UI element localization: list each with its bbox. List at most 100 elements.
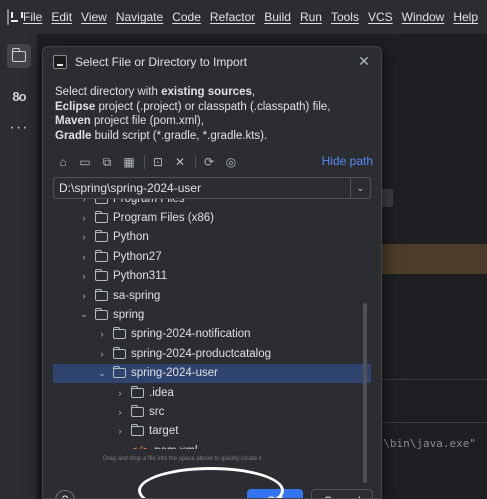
folder-icon — [11, 47, 26, 62]
project-tool-button[interactable] — [7, 44, 31, 68]
intellij-logo-icon — [7, 9, 23, 25]
path-combobox[interactable]: D:\spring\spring-2024-user ⌄ — [53, 177, 371, 199]
desktop-icon[interactable]: ▭ — [77, 154, 93, 170]
folder-icon — [112, 346, 126, 359]
folder-icon — [94, 269, 108, 282]
tree-folder-item[interactable]: › Python — [53, 228, 371, 247]
chevron-right-icon[interactable]: › — [79, 291, 89, 301]
tree-folder-item[interactable]: › .idea — [53, 383, 371, 402]
chevron-right-icon[interactable]: › — [115, 388, 125, 398]
hide-path-link[interactable]: Hide path — [322, 154, 373, 168]
tree-item-label: .idea — [149, 386, 174, 399]
folder-icon — [94, 288, 108, 301]
desc-text: Select directory with — [55, 86, 162, 98]
dialog-title: Select File or Directory to Import — [75, 55, 248, 69]
toolbar-separator — [195, 155, 196, 169]
menu-window[interactable]: Window — [402, 10, 445, 24]
tree-scrollbar[interactable] — [363, 303, 367, 483]
tree-item-label: spring-2024-user — [131, 367, 218, 380]
structure-tool-button[interactable]: 8o — [7, 84, 31, 108]
tree-folder-item[interactable]: › spring-2024-productcatalog — [53, 344, 371, 363]
chevron-down-icon[interactable]: ⌄ — [350, 178, 370, 198]
menu-file[interactable]: File — [23, 10, 42, 24]
tree-folder-item[interactable]: ⌄ spring — [53, 305, 371, 324]
tree-folder-item[interactable]: › Python311 — [53, 267, 371, 286]
tree-item-label: spring-2024-productcatalog — [131, 347, 272, 360]
tree-item-label: spring — [113, 308, 145, 321]
tree-folder-item[interactable]: › Program Files — [53, 199, 371, 208]
tree-folder-item[interactable]: › spring-2024-notification — [53, 325, 371, 344]
show-hidden-icon[interactable]: ◎ — [223, 154, 239, 170]
folder-icon — [94, 307, 108, 320]
panel-divider — [379, 379, 487, 380]
menu-build[interactable]: Build — [264, 10, 291, 24]
chevron-right-icon[interactable]: › — [79, 252, 89, 262]
tree-item-label: Program Files — [113, 199, 185, 205]
chevron-right-icon[interactable]: › — [79, 213, 89, 223]
tree-item-label: pom.xml — [154, 445, 197, 449]
desc-text: build script (*.gradle, *.gradle.kts). — [91, 129, 268, 142]
chevron-right-icon[interactable]: › — [97, 349, 107, 359]
menu-tools[interactable]: Tools — [331, 10, 359, 24]
tree-folder-item[interactable]: › sa-spring — [53, 286, 371, 305]
folder-icon — [130, 404, 144, 417]
tree-folder-item[interactable]: › target — [53, 422, 371, 441]
desc-text: project file (pom.xml), — [90, 115, 204, 127]
chevron-right-icon[interactable]: › — [115, 426, 125, 436]
path-input[interactable]: D:\spring\spring-2024-user — [54, 181, 350, 195]
tree-folder-item[interactable]: › Python27 — [53, 247, 371, 266]
tree-item-label: Python27 — [113, 250, 162, 263]
menu-refactor[interactable]: Refactor — [210, 10, 255, 24]
folder-icon — [112, 327, 126, 340]
new-folder-icon[interactable]: ⊡ — [150, 154, 166, 170]
tree-item-label: src — [149, 405, 165, 418]
menu-edit[interactable]: Edit — [51, 10, 72, 24]
refresh-icon[interactable]: ⟳ — [201, 154, 217, 170]
menu-navigate[interactable]: Navigate — [116, 10, 163, 24]
desc-bold: Eclipse — [55, 100, 96, 113]
chevron-right-icon[interactable]: › — [79, 232, 89, 242]
more-icon: ··· — [9, 119, 29, 136]
import-dialog: Select File or Directory to Import ✕ Sel… — [42, 46, 382, 499]
tree-item-label: Python311 — [113, 270, 168, 283]
tree-folder-item[interactable]: › src — [53, 402, 371, 421]
folder-icon — [112, 366, 126, 379]
delete-icon[interactable]: ✕ — [172, 154, 188, 170]
menu-view[interactable]: View — [81, 10, 107, 24]
intellij-logo-icon — [53, 55, 67, 69]
chevron-right-icon[interactable]: › — [79, 199, 89, 204]
menu-vcs[interactable]: VCS — [368, 10, 393, 24]
tree-folder-item[interactable]: ⌄ spring-2024-user — [53, 363, 371, 383]
chevron-right-icon[interactable]: › — [97, 329, 107, 339]
chevron-right-icon[interactable]: › — [115, 407, 125, 417]
xml-file-icon: </> — [131, 445, 149, 449]
tree-file-item[interactable]: </> pom.xml — [53, 441, 371, 449]
home-icon[interactable]: ⌂ — [55, 154, 71, 170]
folder-icon — [94, 230, 108, 243]
cancel-button[interactable]: Cancel — [311, 489, 373, 498]
help-button[interactable]: ? — [55, 490, 75, 498]
folder-icon — [130, 424, 144, 437]
project-icon[interactable]: ⧉ — [99, 154, 115, 170]
tree-folder-item[interactable]: › Program Files (x86) — [53, 208, 371, 227]
close-icon[interactable]: ✕ — [357, 54, 371, 68]
chevron-down-icon[interactable]: ⌄ — [79, 309, 89, 320]
menu-help[interactable]: Help — [453, 10, 478, 24]
tree-item-label: Program Files (x86) — [113, 211, 214, 224]
tree-item-label: target — [149, 425, 179, 438]
tree-item-label: Python — [113, 231, 149, 244]
dialog-description: Select directory with existing sources, … — [55, 85, 375, 143]
file-chooser-toolbar: ⌂ ▭ ⧉ ▦ ⊡ ✕ ⟳ ◎ Hide path — [55, 151, 373, 173]
desc-bold: existing sources — [161, 86, 252, 98]
folder-icon — [130, 385, 144, 398]
module-icon[interactable]: ▦ — [121, 154, 137, 170]
desc-bold: Gradle — [55, 129, 92, 142]
more-tools-button[interactable]: ··· — [7, 116, 31, 140]
structure-icon: 8o — [12, 88, 26, 104]
chevron-down-icon[interactable]: ⌄ — [97, 368, 107, 378]
desc-bold: Maven — [55, 115, 91, 127]
menu-run[interactable]: Run — [300, 10, 322, 24]
menu-code[interactable]: Code — [172, 10, 201, 24]
folder-icon — [94, 249, 108, 262]
chevron-right-icon[interactable]: › — [79, 271, 89, 281]
